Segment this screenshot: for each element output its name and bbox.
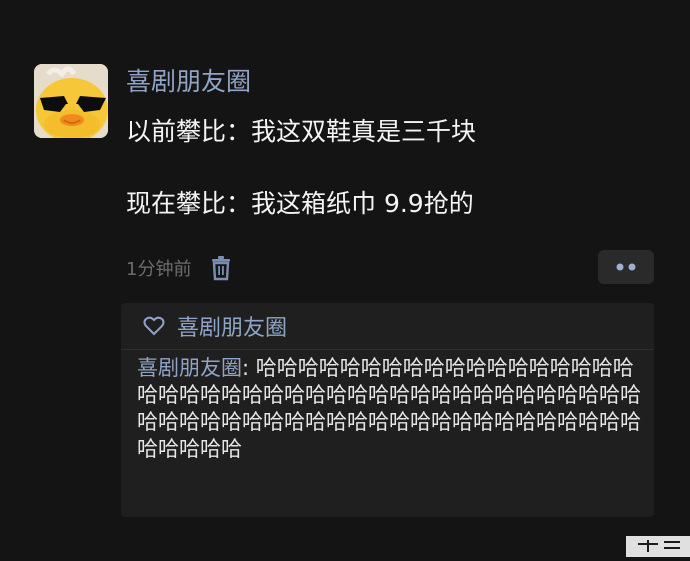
comment[interactable]: 喜剧朋友圈: 哈哈哈哈哈哈哈哈哈哈哈哈哈哈哈哈哈哈哈哈哈哈哈哈哈哈哈哈哈哈哈哈哈…	[137, 355, 642, 463]
heart-outline-icon	[143, 316, 165, 336]
trash-icon[interactable]	[209, 255, 233, 281]
post-content-line: 现在攀比：我这箱纸巾 9.9抢的	[126, 189, 474, 218]
post-author-name[interactable]: 喜剧朋友圈	[126, 64, 251, 100]
more-dots-icon	[616, 263, 636, 271]
commenter-name[interactable]: 喜剧朋友圈	[137, 356, 242, 380]
watermark-logo	[618, 528, 690, 557]
post-content-blank-line	[126, 150, 646, 186]
liker-name[interactable]: 喜剧朋友圈	[177, 310, 287, 342]
post-timestamp: 1分钟前	[126, 259, 192, 280]
comment-separator: :	[242, 356, 256, 380]
post-content-line: 以前攀比：我这双鞋真是三千块	[126, 117, 477, 146]
avatar[interactable]	[34, 64, 108, 138]
likes-row: 喜剧朋友圈	[121, 303, 654, 350]
moments-post: 喜剧朋友圈 以前攀比：我这双鞋真是三千块 现在攀比：我这箱纸巾 9.9抢的 1分…	[0, 0, 690, 557]
duck-avatar-icon	[34, 64, 108, 138]
more-actions-button[interactable]	[598, 250, 654, 284]
post-content: 以前攀比：我这双鞋真是三千块 现在攀比：我这箱纸巾 9.9抢的	[126, 114, 646, 222]
post-meta: 1分钟前	[126, 252, 233, 284]
likes-comments-panel: 喜剧朋友圈 喜剧朋友圈: 哈哈哈哈哈哈哈哈哈哈哈哈哈哈哈哈哈哈哈哈哈哈哈哈哈哈哈…	[121, 303, 654, 517]
